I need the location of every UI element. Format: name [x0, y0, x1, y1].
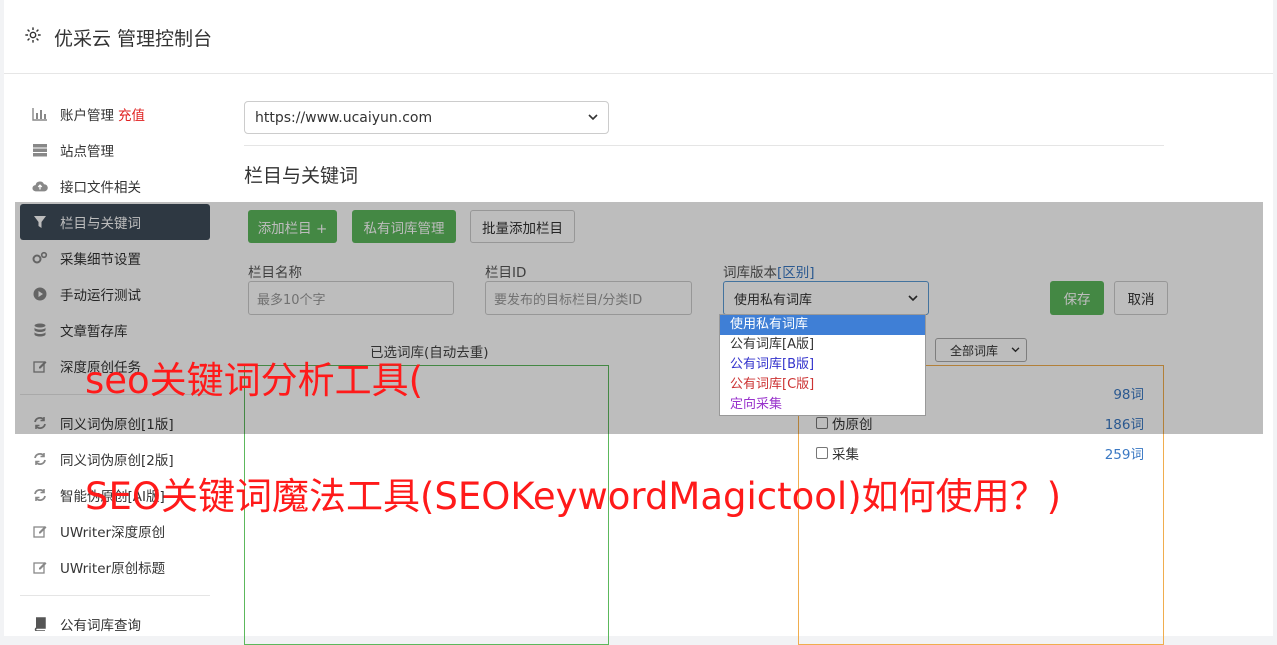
- sidebar-item-label: 账户管理: [60, 108, 114, 124]
- refresh-icon: [32, 487, 48, 503]
- bar-chart-icon: [32, 106, 48, 122]
- sidebar-divider: [20, 595, 210, 596]
- server-icon: [32, 142, 48, 158]
- sidebar-item-sites[interactable]: 站点管理: [20, 132, 210, 168]
- sidebar-item-interface[interactable]: 接口文件相关: [20, 168, 210, 204]
- version-option[interactable]: 定向采集: [720, 395, 925, 415]
- version-option[interactable]: 使用私有词库: [720, 315, 925, 335]
- library-row[interactable]: 采集 259词: [816, 443, 1144, 463]
- watermark-line-1: seo关键词分析工具(: [85, 359, 424, 402]
- refresh-icon: [32, 451, 48, 467]
- edit-icon: [32, 559, 48, 575]
- sidebar-item-uwriter-title[interactable]: UWriter原创标题: [20, 549, 210, 585]
- sidebar-item-label: UWriter原创标题: [60, 561, 166, 577]
- version-option[interactable]: 公有词库[C版]: [720, 375, 925, 395]
- sidebar-item-label: 接口文件相关: [60, 180, 141, 196]
- sidebar-item-label: 站点管理: [60, 144, 114, 160]
- divider: [244, 145, 1164, 146]
- site-select[interactable]: https://www.ucaiyun.com: [244, 101, 609, 134]
- sidebar-item-label: 公有词库查询: [60, 618, 141, 634]
- watermark-line-2: SEO关键词魔法工具(SEOKeywordMagictool)如何使用？): [85, 475, 1062, 518]
- version-option[interactable]: 公有词库[B版]: [720, 355, 925, 375]
- sidebar-item-account[interactable]: 账户管理 充值: [20, 96, 210, 132]
- sidebar-item-label: UWriter深度原创: [60, 525, 166, 541]
- section-title: 栏目与关键词: [244, 165, 359, 187]
- book-icon: [32, 616, 48, 632]
- sidebar-item-public-lib[interactable]: 公有词库查询: [20, 606, 210, 642]
- checkbox[interactable]: [816, 447, 828, 459]
- edit-icon: [32, 523, 48, 539]
- console-title: 优采云 管理控制台: [54, 28, 213, 50]
- recharge-link[interactable]: 充值: [118, 104, 145, 124]
- chevron-down-icon: [588, 114, 598, 121]
- gear-icon: [25, 27, 41, 43]
- cloud-upload-icon: [32, 178, 48, 194]
- top-header: 优采云 管理控制台: [4, 0, 1273, 74]
- version-option[interactable]: 公有词库[A版]: [720, 335, 925, 355]
- lib-version-dropdown[interactable]: 使用私有词库 公有词库[A版] 公有词库[B版] 公有词库[C版] 定向采集: [719, 314, 926, 416]
- library-row-count: 259词: [1104, 447, 1144, 463]
- site-select-value: https://www.ucaiyun.com: [255, 109, 433, 126]
- library-row-label: 采集: [832, 447, 859, 463]
